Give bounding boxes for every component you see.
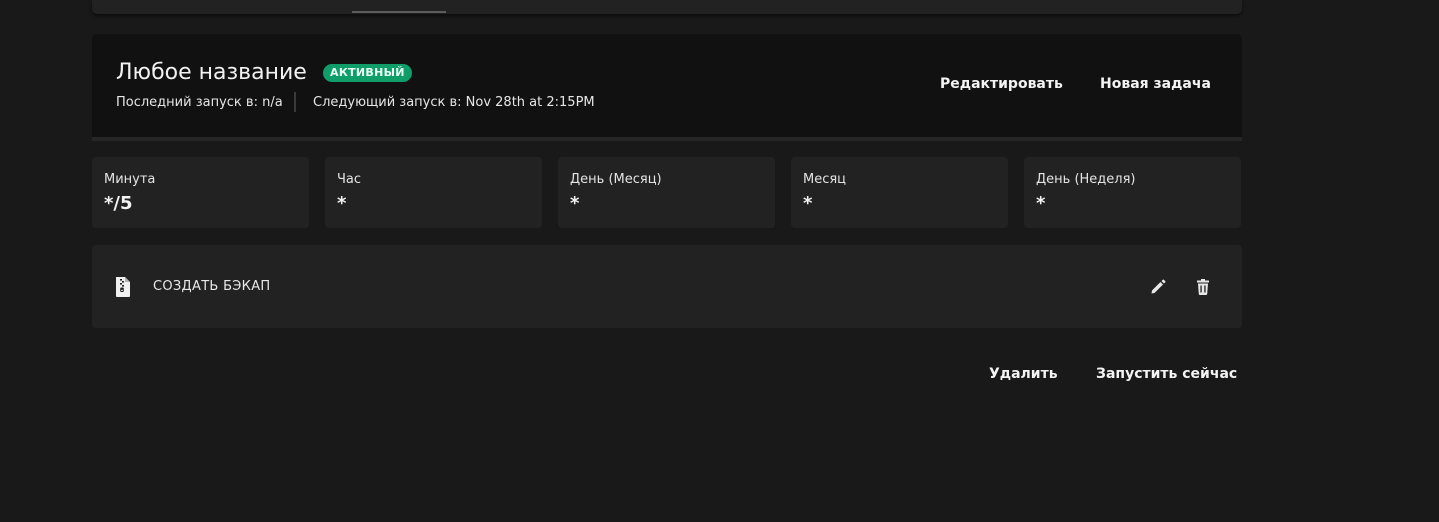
- cron-day-of-month: День (Месяц) *: [558, 157, 775, 228]
- top-panel: [92, 0, 1242, 14]
- task-row: СОЗДАТЬ БЭКАП: [92, 245, 1242, 328]
- tab-indicator: [352, 11, 446, 13]
- file-archive-icon: [116, 277, 130, 297]
- cron-hour: Час *: [325, 157, 542, 228]
- pencil-icon[interactable]: [1149, 278, 1167, 296]
- last-run-text: Последний запуск в: n/a: [116, 95, 283, 110]
- cron-month: Месяц *: [791, 157, 1008, 228]
- cron-value: *: [1036, 193, 1046, 214]
- cron-value: *: [337, 193, 347, 214]
- edit-button[interactable]: Редактировать: [940, 76, 1063, 92]
- cron-value: */5: [104, 193, 133, 214]
- next-run-text: Следующий запуск в: Nov 28th at 2:15PM: [313, 95, 595, 110]
- divider: [294, 92, 296, 112]
- cron-day-of-week: День (Неделя) *: [1024, 157, 1241, 228]
- run-now-button[interactable]: Запустить сейчас: [1096, 366, 1237, 382]
- page-title: Любое название: [116, 60, 307, 85]
- delete-button[interactable]: Удалить: [989, 366, 1058, 382]
- cron-label: День (Неделя): [1036, 172, 1136, 187]
- cron-value: *: [570, 193, 580, 214]
- cron-label: Месяц: [803, 172, 847, 187]
- schedule-header: Любое название АКТИВНЫЙ Последний запуск…: [92, 34, 1242, 137]
- status-badge: АКТИВНЫЙ: [323, 64, 412, 82]
- cron-label: Час: [337, 172, 362, 187]
- cron-label: День (Месяц): [570, 172, 662, 187]
- cron-label: Минута: [104, 172, 156, 187]
- new-task-button[interactable]: Новая задача: [1100, 76, 1211, 92]
- cron-value: *: [803, 193, 813, 214]
- trash-icon[interactable]: [1194, 278, 1212, 296]
- header-divider: [92, 137, 1242, 141]
- task-label: СОЗДАТЬ БЭКАП: [153, 279, 271, 294]
- cron-minute: Минута */5: [92, 157, 309, 228]
